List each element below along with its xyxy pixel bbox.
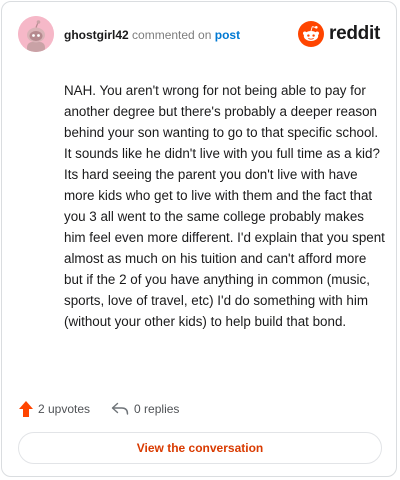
author-name[interactable]: ghostgirl42 bbox=[64, 28, 129, 42]
reply-count: 0 replies bbox=[134, 402, 180, 416]
author-line: ghostgirl42 commented on post bbox=[64, 28, 240, 42]
comment-card: ghostgirl42 commented on post reddit NAH… bbox=[1, 1, 397, 477]
commented-on-text: commented on bbox=[132, 28, 212, 42]
comment-body: NAH. You aren't wrong for not being able… bbox=[64, 83, 385, 329]
avatar[interactable] bbox=[18, 16, 54, 52]
upvote-action[interactable]: 2 upvotes bbox=[19, 401, 90, 417]
upvote-count: 2 upvotes bbox=[38, 402, 91, 416]
post-link[interactable]: post bbox=[215, 28, 240, 42]
reddit-logo[interactable]: reddit bbox=[298, 20, 380, 48]
reddit-wordmark: reddit bbox=[329, 23, 380, 44]
comment-actions: 2 upvotes 0 replies bbox=[19, 398, 179, 420]
snoo-avatar-icon bbox=[18, 16, 54, 52]
comment-header: ghostgirl42 commented on post reddit bbox=[18, 16, 382, 56]
arrow-up-icon bbox=[19, 401, 33, 417]
view-conversation-button[interactable]: View the conversation bbox=[18, 432, 382, 464]
reply-arrow-icon bbox=[111, 402, 129, 415]
reply-action[interactable]: 0 replies bbox=[111, 402, 179, 416]
reddit-snoo-icon bbox=[298, 21, 325, 47]
